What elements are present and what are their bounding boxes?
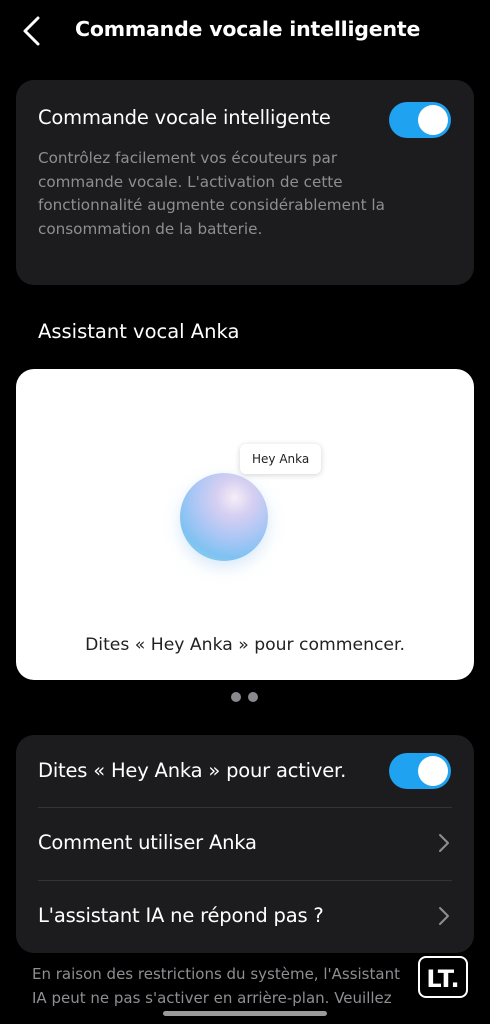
smart-voice-label: Commande vocale intelligente — [38, 106, 331, 129]
chevron-right-icon — [439, 907, 449, 925]
smart-voice-toggle[interactable] — [389, 102, 451, 138]
header: Commande vocale intelligente — [0, 0, 490, 64]
how-to-use-row[interactable]: Comment utiliser Anka — [16, 807, 474, 880]
assistant-preview-card[interactable]: Hey Anka Dites « Hey Anka » pour commenc… — [16, 369, 474, 680]
voice-orb — [180, 473, 268, 561]
page-dot-1[interactable] — [231, 692, 241, 702]
page-title: Commande vocale intelligente — [75, 17, 421, 41]
how-to-use-label: Comment utiliser Anka — [38, 831, 257, 854]
smart-voice-card: Commande vocale intelligente Contrôlez f… — [16, 80, 474, 285]
lt-watermark-logo: LT. — [418, 956, 468, 998]
hey-anka-activation-label: Dites « Hey Anka » pour activer. — [38, 759, 347, 782]
settings-card: Dites « Hey Anka » pour activer. Comment… — [16, 735, 474, 953]
toggle-knob — [418, 756, 448, 786]
ai-not-responding-label: L'assistant IA ne répond pas ? — [38, 904, 324, 927]
page-dot-2[interactable] — [248, 692, 258, 702]
ai-not-responding-row[interactable]: L'assistant IA ne répond pas ? — [16, 880, 474, 953]
smart-voice-description: Contrôlez facilement vos écouteurs par c… — [38, 149, 385, 238]
assistant-caption: Dites « Hey Anka » pour commencer. — [85, 635, 405, 655]
background-restriction-note: En raison des restrictions du système, l… — [32, 965, 400, 1007]
hey-anka-activation-row[interactable]: Dites « Hey Anka » pour activer. — [16, 735, 474, 808]
hey-anka-toggle[interactable] — [389, 753, 451, 789]
assistant-section-title: Assistant vocal Anka — [38, 320, 240, 343]
svg-text:LT.: LT. — [426, 965, 459, 993]
home-indicator — [163, 1011, 327, 1016]
back-arrow-icon[interactable] — [18, 14, 48, 48]
toggle-knob — [418, 105, 448, 135]
chevron-right-icon — [439, 834, 449, 852]
hey-anka-bubble: Hey Anka — [240, 444, 322, 474]
